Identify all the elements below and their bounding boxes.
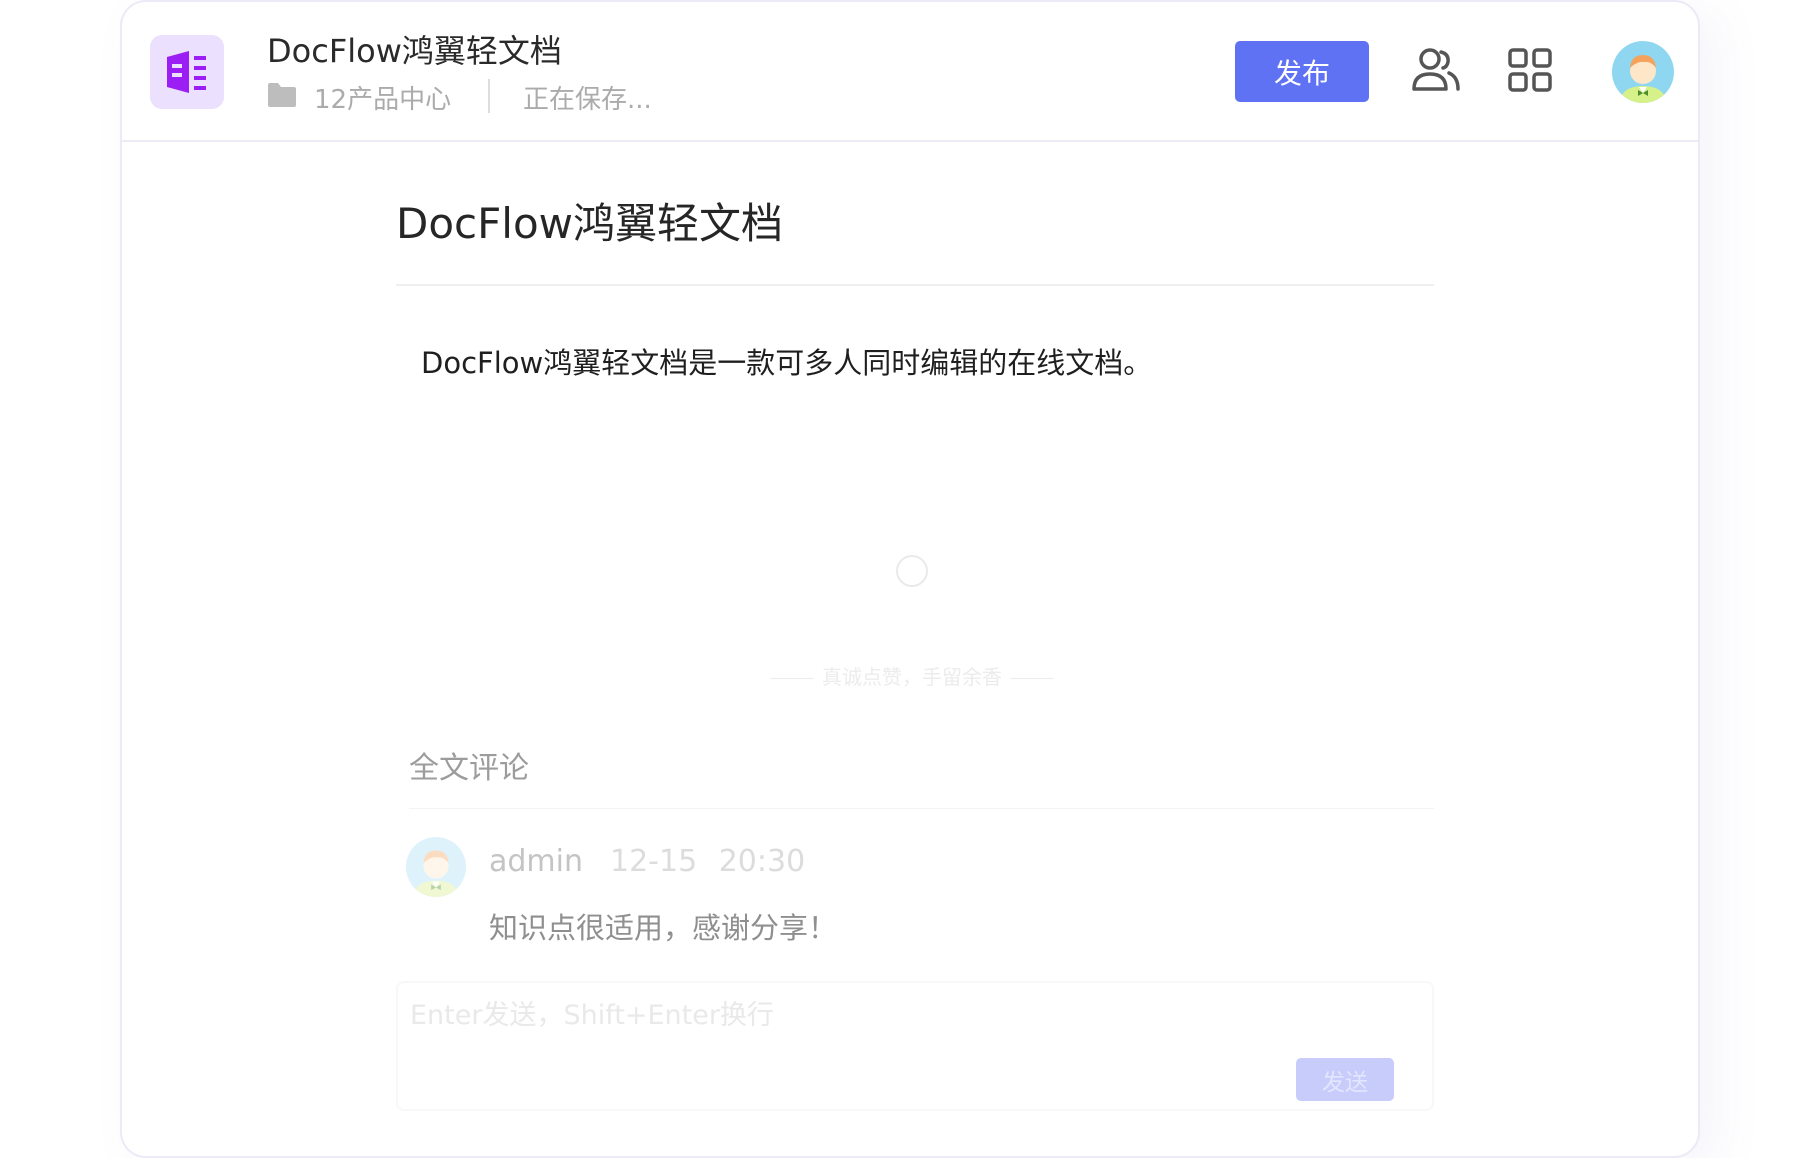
document-app-icon[interactable] (150, 35, 224, 109)
comment-time: 12-15 20:30 (610, 844, 806, 879)
user-avatar[interactable] (1611, 40, 1675, 104)
save-status: 正在保存... (523, 85, 652, 115)
editor-window: DocFlow鸿翼轻文档 12产品中心 正在保存... 发布 DocFlow鸿翼… (120, 0, 1700, 1158)
send-button[interactable]: 发送 (1296, 1058, 1394, 1101)
members-icon[interactable] (1411, 47, 1461, 93)
apps-grid-icon[interactable] (1507, 47, 1553, 93)
document-paragraph[interactable]: DocFlow鸿翼轻文档是一款可多人同时编辑的在线文档。 (421, 340, 1152, 382)
comments-divider (409, 808, 1434, 809)
heading-divider (396, 284, 1434, 286)
comment-author: admin (489, 844, 583, 879)
document-title-header[interactable]: DocFlow鸿翼轻文档 (267, 26, 562, 72)
loading-spinner-icon (896, 555, 928, 587)
document-heading[interactable]: DocFlow鸿翼轻文档 (396, 190, 783, 251)
like-hint: 真诚点赞，手留余香 (762, 661, 1062, 690)
comments-heading: 全文评论 (409, 751, 529, 786)
publish-button[interactable]: 发布 (1235, 41, 1369, 102)
comment-text: 知识点很适用，感谢分享！ (489, 911, 838, 945)
folder-icon (268, 83, 296, 107)
comment-avatar (405, 836, 467, 898)
comment-input-box: 发送 (396, 981, 1434, 1111)
folder-name[interactable]: 12产品中心 (314, 79, 451, 116)
top-bar: DocFlow鸿翼轻文档 12产品中心 正在保存... 发布 (122, 2, 1698, 142)
comment-input[interactable] (410, 995, 1310, 1035)
meta-divider (488, 79, 490, 113)
